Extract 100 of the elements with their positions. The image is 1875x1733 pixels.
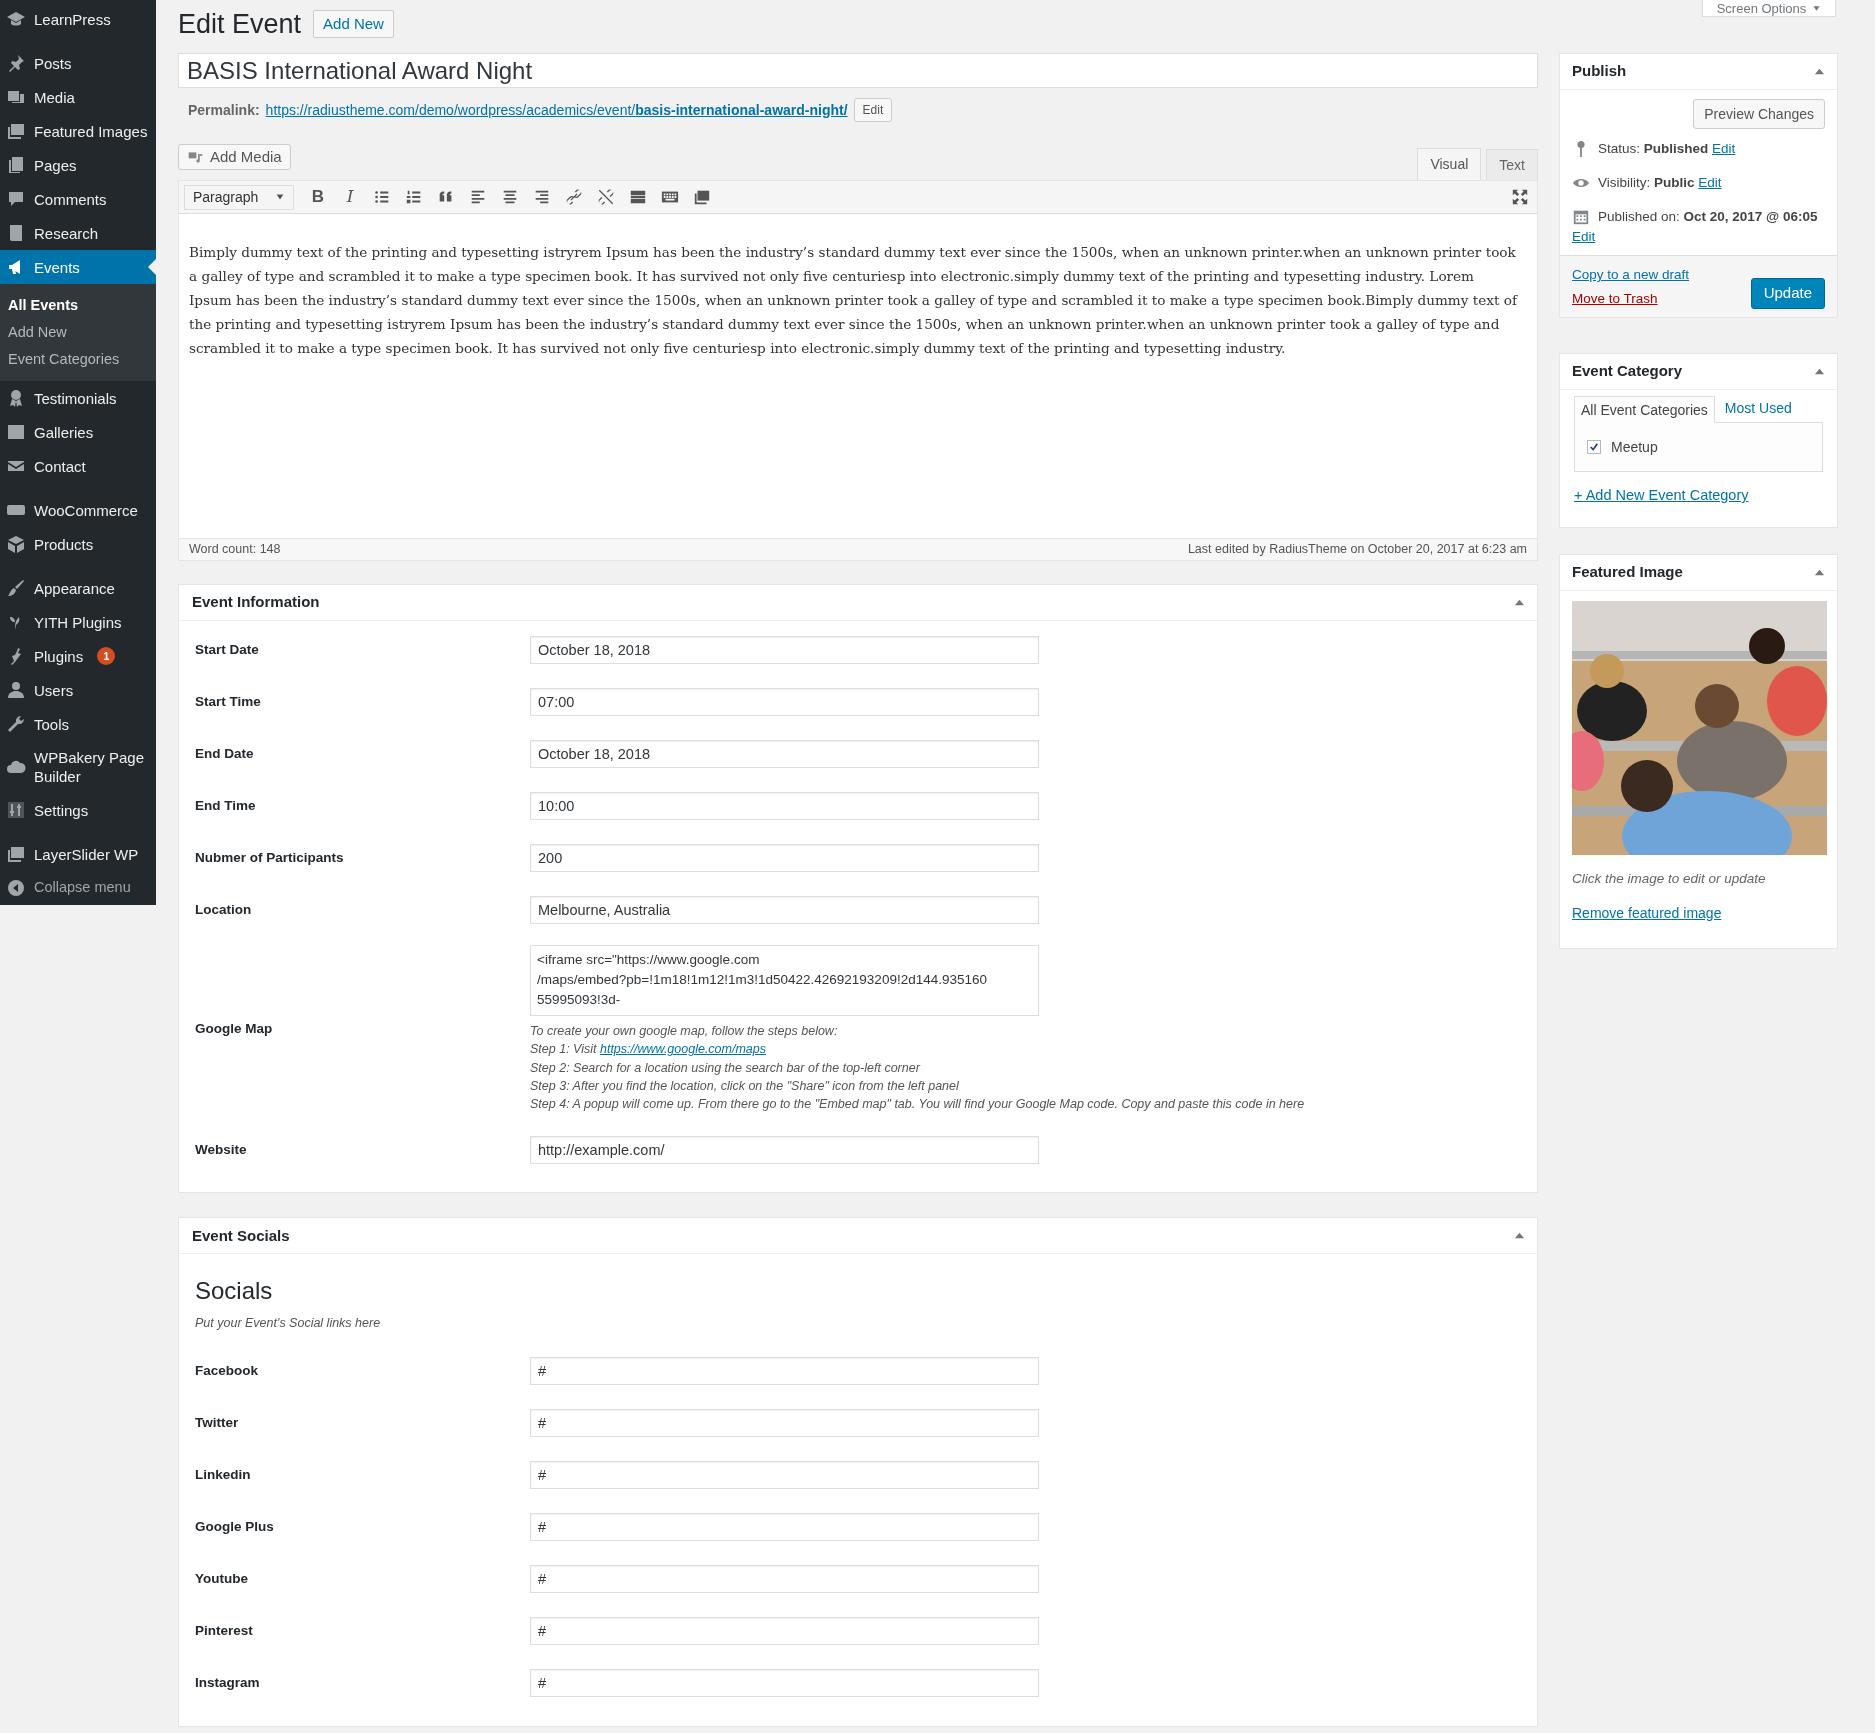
sidebar-item[interactable]: LayerSlider WP	[0, 837, 156, 871]
link-icon[interactable]	[565, 188, 583, 206]
sidebar-item[interactable]: Posts	[0, 46, 156, 80]
text-field[interactable]: October 18, 2018	[530, 636, 1039, 664]
help-text: Step 3: After you find the location, click on the "Share" icon from the left panel	[530, 1077, 960, 1095]
sidebar-item[interactable]: Comments	[0, 182, 156, 216]
sidebar-item[interactable]: WooCommerce	[0, 493, 156, 527]
category-tab[interactable]: Most Used	[1714, 395, 1802, 422]
calendar-icon	[1572, 208, 1590, 226]
text-field[interactable]: #	[530, 1409, 1039, 1438]
text-field[interactable]: #	[530, 1617, 1039, 1646]
document-stack-icon	[6, 155, 26, 175]
image-stack-icon	[6, 121, 26, 141]
text-field[interactable]: 200	[530, 844, 1039, 872]
unlink-icon[interactable]	[597, 188, 615, 206]
fullscreen-icon[interactable]	[1511, 188, 1529, 206]
image-stack-icon	[6, 844, 26, 864]
text-field[interactable]: #	[530, 1669, 1039, 1698]
field-label: Google Map	[195, 1020, 274, 1039]
editor-tab[interactable]: Text	[1486, 149, 1538, 180]
sidebar-item[interactable]: YITH Plugins	[0, 605, 156, 639]
help-text: To create your own google map, follow the steps below:	[530, 1023, 839, 1040]
help-text: Step 4: A popup will come up. From there go to the "Embed map" tab. You will find your Google Map code. Copy and paste this code in here	[530, 1096, 1305, 1114]
bold-button[interactable]: B	[302, 183, 334, 211]
sidebar-item[interactable]: Users	[0, 673, 156, 707]
toggle-arrow-icon[interactable]	[1814, 366, 1825, 377]
edit-button[interactable]: Edit	[853, 98, 893, 122]
text-field[interactable]: #	[530, 1357, 1039, 1386]
toggle-arrow-icon[interactable]	[1814, 66, 1825, 77]
sidebar-item[interactable]: Settings	[0, 793, 156, 827]
sidebar-item[interactable]: LearnPress	[0, 2, 156, 36]
text-field[interactable]: Melbourne, Australia	[530, 896, 1039, 924]
text-field[interactable]: 10:00	[530, 792, 1039, 820]
update-button[interactable]: Update	[1750, 278, 1825, 309]
checkbox[interactable]	[1587, 440, 1601, 454]
italic-button[interactable]: I	[334, 183, 366, 211]
image-caption: Click the image to edit or update	[1572, 869, 1767, 888]
sidebar-item[interactable]: Featured Images	[0, 114, 156, 148]
editor-tab[interactable]: Visual	[1417, 148, 1482, 180]
field-label: End Date	[195, 744, 255, 763]
sidebar-item[interactable]: WPBakery Page Builder	[0, 741, 156, 793]
section-heading: Socials	[195, 1277, 274, 1306]
sidebar-item[interactable]: Pages	[0, 148, 156, 182]
text-field[interactable]: http://example.com/	[530, 1136, 1039, 1165]
sidebar-item[interactable]: Tools	[0, 707, 156, 741]
sidebar-item[interactable]: Galleries	[0, 415, 156, 449]
sidebar-item[interactable]: Testimonials	[0, 381, 156, 415]
text-field[interactable]: #	[530, 1461, 1039, 1490]
toggle-arrow-icon[interactable]	[1514, 597, 1525, 608]
edit-link[interactable]: Edit	[1712, 141, 1736, 156]
submenu-item[interactable]: All Events	[0, 292, 156, 319]
page-title: Edit Event	[178, 9, 302, 39]
add-media-button[interactable]: Add Media	[178, 144, 291, 170]
field-label: Google Plus	[195, 1518, 275, 1537]
align-center-icon[interactable]	[501, 188, 519, 206]
remove-image-link[interactable]: Remove featured image	[1572, 903, 1722, 924]
add-new-button[interactable]: Add New	[313, 10, 394, 38]
align-left-icon[interactable]	[469, 188, 487, 206]
sidebar-item[interactable]: Appearance	[0, 571, 156, 605]
sidebar-item[interactable]: Products	[0, 527, 156, 561]
panel-title: Event Category	[1572, 361, 1683, 382]
meta-text: Visibility: Public Edit	[1598, 174, 1722, 192]
trash-link[interactable]: Move to Trash	[1572, 289, 1690, 309]
edit-link[interactable]: Edit	[1698, 175, 1722, 190]
permalink-link[interactable]: https://radiustheme.com/demo/wordpress/academics/event/basis-international-award-night/	[265, 99, 848, 121]
code-textarea[interactable]: <iframe src="https://www.google.com /maps/embed?pb=!1m18!1m12!1m3!1d50422.42692193209!2d144.935160 55995093!3d-	[530, 945, 1039, 1016]
add-category-link[interactable]: + Add New Event Category	[1574, 485, 1749, 507]
submenu-item[interactable]: Add New	[0, 319, 156, 346]
text-field[interactable]: #	[530, 1565, 1039, 1594]
cube-icon	[6, 534, 26, 554]
field-label: Youtube	[195, 1570, 249, 1589]
image-stack-icon[interactable]	[693, 188, 711, 206]
screen-options-tab[interactable]: Screen Options	[1702, 0, 1836, 17]
numbered-list-icon[interactable]	[405, 188, 423, 206]
sidebar-item[interactable]: Media	[0, 80, 156, 114]
brush-icon	[6, 578, 26, 598]
title-field[interactable]: BASIS International Award Night	[178, 53, 1538, 88]
sidebar-item[interactable]: Contact	[0, 449, 156, 483]
collapse-menu-button[interactable]: Collapse menu	[0, 871, 156, 905]
bullet-list-icon[interactable]	[373, 188, 391, 206]
text-field[interactable]: 07:00	[530, 688, 1039, 716]
text-field[interactable]: #	[530, 1513, 1039, 1542]
submenu-item[interactable]: Event Categories	[0, 346, 156, 373]
format-dropdown[interactable]: Paragraph	[184, 184, 294, 210]
sidebar-item[interactable]: Plugins 1	[0, 639, 156, 673]
field-label: Nubmer of Participants	[195, 848, 345, 867]
field-label: Twitter	[195, 1414, 240, 1433]
sidebar-item[interactable]: Research	[0, 216, 156, 250]
help-link[interactable]: https://www.google.com/maps	[599, 1042, 766, 1057]
preview-changes-button[interactable]: Preview Changes	[1693, 99, 1825, 129]
last-edited-note: Last edited by RadiusTheme on October 20, 2017 at 6:23 am	[1187, 541, 1527, 559]
panel-title: Event Information	[192, 592, 320, 613]
edit-link[interactable]: Edit	[1572, 227, 1596, 247]
sidebar-item[interactable]: Events	[0, 250, 156, 284]
text-field[interactable]: October 18, 2018	[530, 740, 1039, 768]
copy-draft-link[interactable]: Copy to a new draft	[1572, 265, 1690, 285]
category-tab[interactable]: All Event Categories	[1574, 396, 1715, 423]
align-right-icon[interactable]	[533, 188, 551, 206]
help-text: Step 1: Visit https://www.google.com/maps	[530, 1041, 767, 1059]
horizontal-rule-icon[interactable]	[629, 188, 647, 206]
